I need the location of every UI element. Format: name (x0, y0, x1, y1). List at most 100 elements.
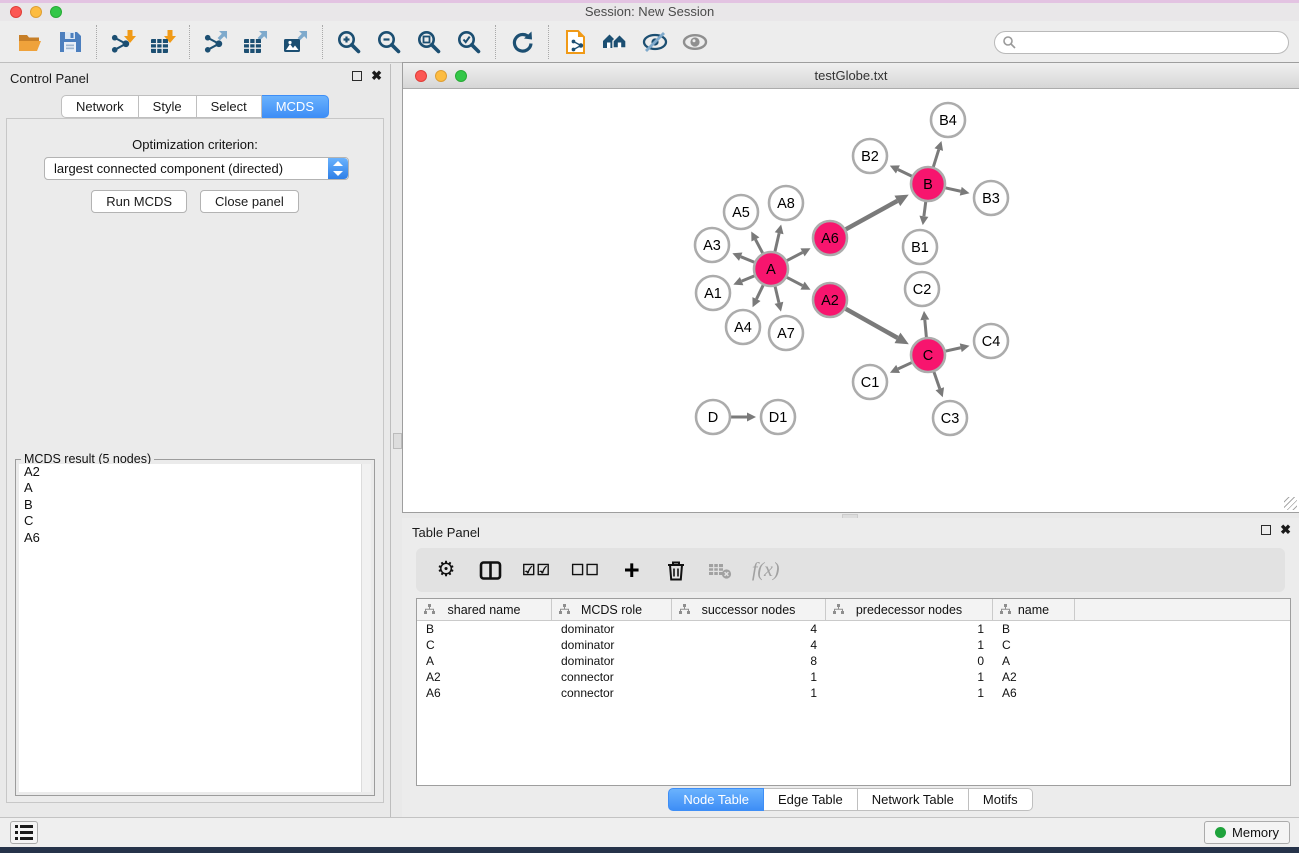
table-row[interactable]: Bdominator41B (417, 621, 1290, 637)
graph-node-A1[interactable]: A1 (696, 276, 730, 310)
refresh-icon[interactable] (502, 24, 542, 60)
table-row[interactable]: A2connector11A2 (417, 669, 1290, 685)
zoom-fit-icon[interactable] (409, 24, 449, 60)
column-header-name[interactable]: name (993, 599, 1075, 620)
result-item[interactable]: A (19, 480, 371, 496)
edge-A-A2[interactable] (786, 277, 803, 286)
edge-A2-C[interactable] (845, 308, 898, 338)
task-history-button[interactable] (10, 821, 38, 844)
network-window-titlebar[interactable]: testGlobe.txt (403, 63, 1299, 89)
save-session-icon[interactable] (50, 24, 90, 60)
add-column-icon[interactable]: + (620, 555, 644, 585)
graph-node-A6[interactable]: A6 (813, 221, 847, 255)
edge-A-A4[interactable] (756, 284, 763, 299)
memory-button[interactable]: Memory (1204, 821, 1290, 844)
splitter-grip-vertical[interactable] (393, 433, 402, 449)
close-table-panel-icon[interactable]: ✖ (1280, 525, 1291, 535)
export-image-icon[interactable] (276, 24, 316, 60)
close-panel-button[interactable]: Close panel (200, 190, 299, 213)
edge-C-C1[interactable] (898, 362, 912, 369)
tab-network-table[interactable]: Network Table (858, 788, 969, 811)
table-row[interactable]: Cdominator41C (417, 637, 1290, 653)
export-network-icon[interactable] (196, 24, 236, 60)
tab-edge-table[interactable]: Edge Table (764, 788, 858, 811)
edge-C-C4[interactable] (945, 348, 961, 352)
column-header-successor-nodes[interactable]: successor nodes (672, 599, 826, 620)
window-resize-grip[interactable] (1284, 497, 1297, 510)
graph-node-A8[interactable]: A8 (769, 186, 803, 220)
graph-node-A4[interactable]: A4 (726, 310, 760, 344)
edge-A-A8[interactable] (775, 233, 779, 252)
edge-A-A5[interactable] (755, 239, 763, 254)
select-all-icon[interactable]: ☑☑ (522, 555, 551, 585)
export-table-icon[interactable] (236, 24, 276, 60)
graph-node-C4[interactable]: C4 (974, 324, 1008, 358)
graph-node-A5[interactable]: A5 (724, 195, 758, 229)
zoom-out-icon[interactable] (369, 24, 409, 60)
show-all-networks-icon[interactable] (595, 24, 635, 60)
graph-node-A[interactable]: A (754, 252, 788, 286)
network-graph-canvas[interactable]: A A1 A2 A3 A4 A5 A6 A7 A8 B B1 B2 B3 B4 C C1 C2 C3 C4 D D1 (403, 89, 1298, 512)
edge-C-C3[interactable] (934, 371, 940, 389)
result-item[interactable]: B (19, 497, 371, 513)
graph-node-C2[interactable]: C2 (905, 272, 939, 306)
float-panel-icon[interactable] (352, 71, 362, 81)
edge-B-B1[interactable] (924, 201, 926, 216)
table-row[interactable]: Adominator80A (417, 653, 1290, 669)
tab-network[interactable]: Network (61, 95, 139, 118)
optimization-criterion-select[interactable]: largest connected component (directed) (44, 157, 349, 180)
result-item[interactable]: C (19, 513, 371, 529)
result-scrollbar[interactable] (361, 464, 371, 792)
edge-A6-B[interactable] (845, 201, 897, 230)
column-header-predecessor-nodes[interactable]: predecessor nodes (826, 599, 993, 620)
toggle-panel-icon[interactable] (478, 555, 502, 585)
tab-motifs[interactable]: Motifs (969, 788, 1033, 811)
tab-style[interactable]: Style (139, 95, 197, 118)
graph-node-D1[interactable]: D1 (761, 400, 795, 434)
tab-node-table[interactable]: Node Table (668, 788, 764, 811)
graph-node-A2[interactable]: A2 (813, 283, 847, 317)
import-network-icon[interactable] (103, 24, 143, 60)
show-hidden-icon[interactable] (675, 24, 715, 60)
settings-gear-icon[interactable]: ⚙ (434, 555, 458, 585)
run-mcds-button[interactable]: Run MCDS (91, 190, 187, 213)
result-item[interactable]: A6 (19, 530, 371, 546)
graph-node-B4[interactable]: B4 (931, 103, 965, 137)
graph-node-C3[interactable]: C3 (933, 401, 967, 435)
zoom-selected-icon[interactable] (449, 24, 489, 60)
column-header-shared-name[interactable]: shared name (417, 599, 552, 620)
edge-C-C2[interactable] (925, 320, 927, 338)
graph-node-B3[interactable]: B3 (974, 181, 1008, 215)
graph-node-B[interactable]: B (911, 167, 945, 201)
hide-selected-icon[interactable] (635, 24, 675, 60)
delete-column-icon[interactable] (664, 555, 688, 585)
import-table-icon[interactable] (143, 24, 183, 60)
new-network-from-file-icon[interactable] (555, 24, 595, 60)
graph-node-A3[interactable]: A3 (695, 228, 729, 262)
edge-A-A3[interactable] (741, 257, 756, 263)
close-panel-icon[interactable]: ✖ (371, 71, 382, 81)
column-header-MCDS-role[interactable]: MCDS role (552, 599, 672, 620)
table-row[interactable]: A6connector11A6 (417, 685, 1290, 701)
tab-select[interactable]: Select (197, 95, 262, 118)
edge-B-B2[interactable] (898, 169, 913, 176)
edge-B-B3[interactable] (945, 188, 961, 192)
graph-node-C[interactable]: C (911, 338, 945, 372)
graph-node-A7[interactable]: A7 (769, 316, 803, 350)
graph-node-B1[interactable]: B1 (903, 230, 937, 264)
deselect-all-icon[interactable]: ☐☐ (571, 555, 600, 585)
float-table-panel-icon[interactable] (1261, 525, 1271, 535)
tab-mcds[interactable]: MCDS (262, 95, 329, 118)
edge-B-B4[interactable] (933, 150, 939, 168)
mcds-result-list[interactable]: A2ABCA6 (19, 464, 371, 792)
zoom-in-icon[interactable] (329, 24, 369, 60)
open-session-icon[interactable] (10, 24, 50, 60)
graph-node-B2[interactable]: B2 (853, 139, 887, 173)
search-input[interactable] (994, 31, 1289, 54)
edge-A-A6[interactable] (786, 252, 803, 261)
result-item[interactable]: A2 (19, 464, 371, 480)
graph-node-D[interactable]: D (696, 400, 730, 434)
graph-node-C1[interactable]: C1 (853, 365, 887, 399)
edge-A-A1[interactable] (742, 276, 756, 282)
edge-A-A7[interactable] (775, 286, 779, 303)
